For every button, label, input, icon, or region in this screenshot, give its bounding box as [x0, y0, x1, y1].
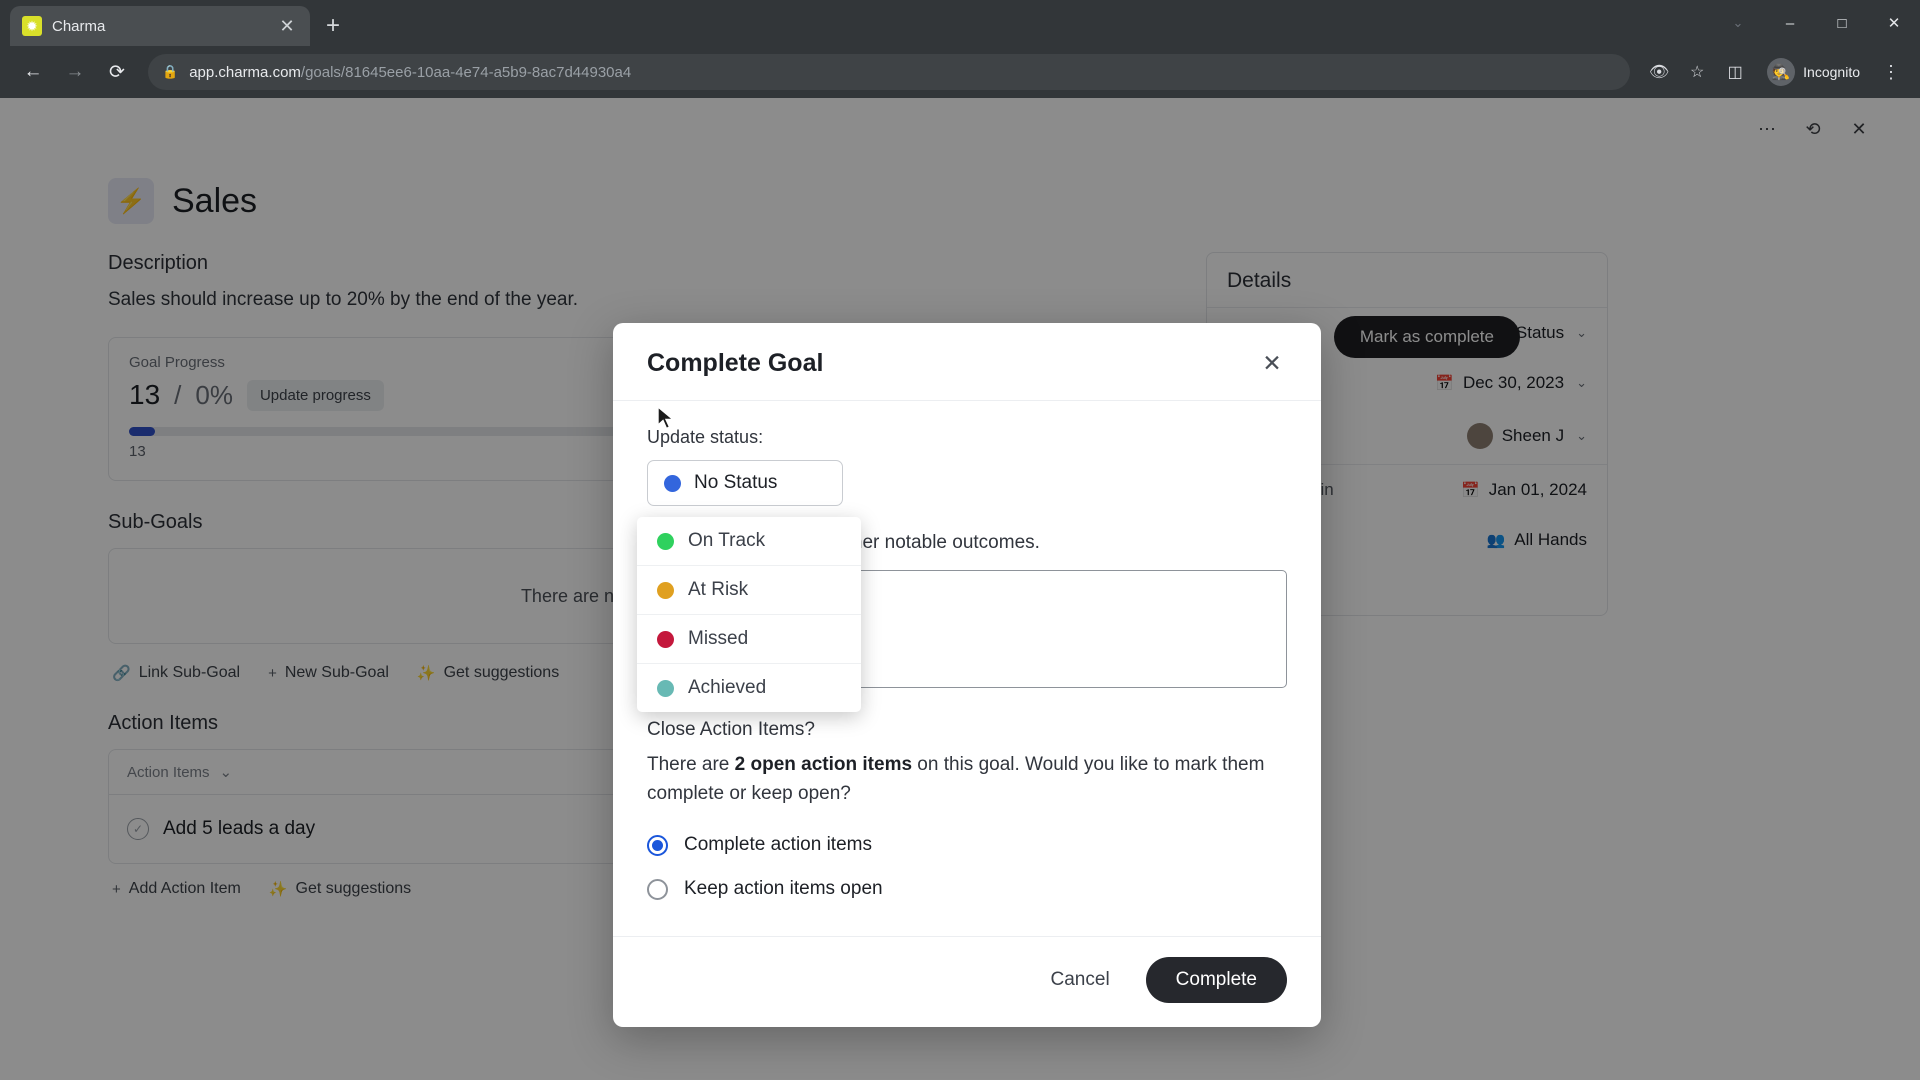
browser-toolbar: ← → ⟳ 🔒 app.charma.com/goals/81645ee6-10…	[0, 46, 1920, 98]
minimize-icon[interactable]: –	[1764, 0, 1816, 46]
radio-keep-action-items-open[interactable]: Keep action items open	[647, 878, 1287, 900]
status-option-label: On Track	[688, 530, 766, 551]
window-controls: ⌄ – □ ✕	[1709, 0, 1920, 46]
radio-complete-action-items[interactable]: Complete action items	[647, 834, 1287, 856]
tab-search-icon[interactable]: ⌄	[1712, 0, 1764, 46]
eye-off-icon[interactable]: 👁	[1642, 55, 1676, 89]
status-option-label: Missed	[688, 628, 749, 649]
incognito-icon: 🕵	[1767, 58, 1796, 86]
modal-title: Complete Goal	[647, 349, 824, 377]
incognito-profile-button[interactable]: 🕵 Incognito	[1762, 54, 1872, 90]
status-dropdown-menu[interactable]: On Track At Risk Missed Achieved	[637, 517, 861, 712]
browser-chrome: ✹ Charma ✕ + ⌄ – □ ✕ ← → ⟳ 🔒 app.charma.…	[0, 0, 1920, 98]
url-domain: app.charma.com	[189, 63, 301, 81]
new-tab-button[interactable]: +	[326, 12, 340, 40]
mouse-cursor	[657, 406, 675, 430]
star-favicon-icon: ✹	[22, 16, 42, 36]
tab-title: Charma	[52, 17, 106, 35]
browser-tab[interactable]: ✹ Charma ✕	[10, 6, 310, 46]
complete-button[interactable]: Complete	[1145, 957, 1287, 1003]
status-option-label: Achieved	[688, 677, 767, 698]
complete-goal-modal: Complete Goal ✕ Update status: No Status…	[613, 323, 1321, 1027]
status-dot-icon	[657, 630, 674, 648]
star-icon[interactable]: ☆	[1680, 55, 1714, 89]
modal-header: Complete Goal ✕	[613, 323, 1321, 401]
url-path: /goals/81645ee6-10aa-4e74-a5b9-8ac7d4493…	[300, 63, 632, 81]
open-items-info: There are 2 open action items on this go…	[647, 751, 1287, 808]
status-dot-icon	[664, 474, 681, 492]
status-dot-icon	[657, 581, 674, 599]
side-panel-icon[interactable]: ◫	[1718, 55, 1752, 89]
radio-icon[interactable]	[647, 834, 668, 856]
address-bar[interactable]: 🔒 app.charma.com/goals/81645ee6-10aa-4e7…	[148, 54, 1631, 90]
close-window-icon[interactable]: ✕	[1868, 0, 1920, 46]
radio-label: Keep action items open	[684, 878, 883, 899]
status-option-missed[interactable]: Missed	[637, 615, 861, 664]
incognito-label: Incognito	[1803, 64, 1860, 80]
lock-icon: 🔒	[162, 64, 179, 79]
page-wrapper: ⋯ ⟲ ✕ ⚡ Sales Mark as complete Descripti…	[0, 98, 1920, 1080]
info-prefix: There are	[647, 754, 735, 775]
maximize-icon[interactable]: □	[1816, 0, 1868, 46]
modal-body: Update status: No Status On Track At Ris…	[613, 401, 1321, 936]
status-option-achieved[interactable]: Achieved	[637, 664, 861, 712]
info-count: 2 open action items	[734, 754, 913, 775]
status-select[interactable]: No Status	[647, 460, 843, 506]
url-text: app.charma.com/goals/81645ee6-10aa-4e74-…	[189, 64, 631, 81]
radio-icon[interactable]	[647, 878, 668, 900]
status-dot-icon	[657, 679, 674, 697]
cancel-button[interactable]: Cancel	[1045, 961, 1116, 999]
back-icon[interactable]: ←	[14, 53, 52, 91]
status-option-on-track[interactable]: On Track	[637, 517, 861, 566]
close-icon[interactable]: ✕	[1257, 350, 1287, 377]
browser-menu-icon[interactable]: ⋮	[1876, 62, 1906, 83]
status-option-label: At Risk	[688, 579, 749, 600]
close-action-items-heading: Close Action Items?	[647, 719, 815, 740]
reload-icon[interactable]: ⟳	[98, 53, 136, 91]
close-tab-icon[interactable]: ✕	[276, 16, 298, 37]
status-dot-icon	[657, 532, 674, 550]
forward-icon[interactable]: →	[56, 53, 94, 91]
status-selected-label: No Status	[694, 472, 778, 493]
status-option-at-risk[interactable]: At Risk	[637, 566, 861, 615]
radio-label: Complete action items	[684, 834, 872, 855]
update-status-label: Update status:	[647, 427, 764, 447]
tab-strip: ✹ Charma ✕ + ⌄ – □ ✕	[0, 0, 1920, 46]
modal-footer: Cancel Complete	[613, 936, 1321, 1027]
